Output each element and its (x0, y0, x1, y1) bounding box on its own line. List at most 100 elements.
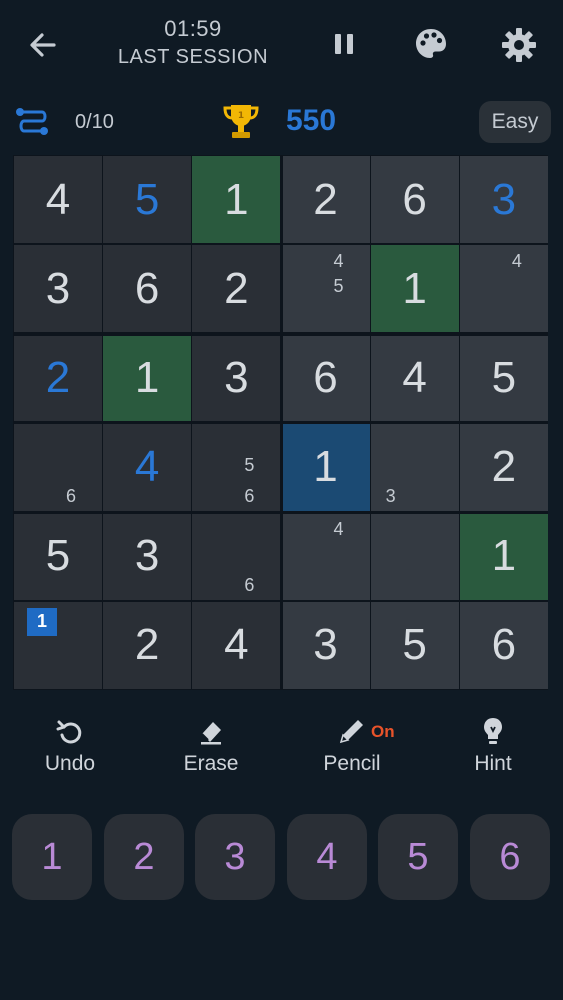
board-cell[interactable]: 6 (281, 334, 370, 422)
cell-value: 5 (45, 531, 71, 581)
board-cell[interactable]: 3 (459, 156, 548, 243)
board-cell[interactable] (370, 512, 459, 600)
board-cell[interactable]: 45 (281, 245, 370, 333)
board-cell[interactable]: 1 (459, 512, 548, 600)
back-button[interactable] (26, 28, 60, 62)
board-cell[interactable]: 1 (370, 245, 459, 333)
hint-label: Hint (474, 752, 512, 775)
board-cell[interactable]: 2 (103, 601, 192, 689)
cell-value: 3 (224, 352, 249, 402)
block-divider (280, 155, 283, 690)
cell-value: 1 (402, 263, 427, 313)
board-cell[interactable]: 3 (281, 601, 370, 689)
palette-button[interactable] (413, 26, 449, 62)
cell-value: 4 (224, 620, 249, 670)
cell-value: 2 (45, 352, 71, 402)
pencil-note: 5 (244, 454, 255, 475)
number-button-3[interactable]: 3 (195, 814, 275, 900)
board-cell[interactable]: 1 (192, 156, 281, 243)
cell-value: 6 (134, 263, 160, 313)
number-button-2[interactable]: 2 (104, 814, 184, 900)
board-cell[interactable]: 6 (103, 245, 192, 333)
pencil-note: 6 (244, 485, 255, 506)
cell-value: 5 (402, 620, 427, 670)
pencil-note: 6 (66, 485, 77, 506)
path-icon (12, 104, 52, 140)
cell-value: 2 (224, 263, 249, 313)
number-button-1[interactable]: 1 (12, 814, 92, 900)
undo-label: Undo (44, 752, 96, 775)
pencil-note: 3 (385, 485, 396, 506)
settings-button[interactable] (500, 26, 538, 64)
number-button-6[interactable]: 6 (470, 814, 550, 900)
cell-value: 1 (224, 174, 249, 224)
top-bar: 01:59 LAST SESSION (0, 0, 563, 90)
board-cell[interactable]: 6 (370, 156, 459, 243)
svg-text:1: 1 (238, 111, 244, 121)
board-cell[interactable]: 4 (103, 423, 192, 511)
number-button-5[interactable]: 5 (378, 814, 458, 900)
pause-icon (335, 34, 353, 54)
board-cell[interactable]: 6 (192, 512, 281, 600)
cell-value: 4 (45, 174, 71, 224)
cell-value: 1 (134, 352, 160, 402)
board-cell[interactable]: 4 (192, 601, 281, 689)
hint-button[interactable]: Hint (438, 714, 548, 776)
erase-label: Erase (183, 752, 239, 775)
board-cell[interactable]: 4 (281, 512, 370, 600)
board-cell[interactable]: 3 (103, 512, 192, 600)
pencil-note: 5 (333, 276, 344, 297)
cell-value: 2 (491, 442, 517, 491)
cell-value: 3 (313, 620, 338, 670)
board-cell[interactable]: 3 (192, 334, 281, 422)
cell-value: 1 (491, 531, 517, 581)
board-cell[interactable]: 5 (14, 512, 102, 600)
pencil-mode-status: On (371, 722, 395, 741)
board-cell[interactable]: 2 (281, 156, 370, 243)
cell-value: 2 (134, 620, 160, 670)
timer: 01:59 (164, 16, 222, 41)
cell-value: 3 (134, 531, 160, 581)
difficulty-badge[interactable]: Easy (479, 101, 551, 143)
pencil-note: 4 (511, 251, 522, 272)
undo-icon (56, 720, 82, 744)
score: 550 (286, 104, 337, 137)
cell-value: 6 (402, 174, 427, 224)
board-cell[interactable]: 6 (459, 601, 548, 689)
cell-value: 3 (491, 174, 517, 224)
session-label: LAST SESSION (117, 46, 269, 68)
board-cell[interactable]: 5 (370, 601, 459, 689)
erase-button[interactable]: Erase (156, 714, 266, 776)
undo-button[interactable]: Undo (15, 714, 125, 776)
gear-icon (502, 28, 536, 62)
board-cell[interactable]: 2 (192, 245, 281, 333)
eraser-icon (201, 722, 221, 745)
board-cell[interactable]: 1 (103, 334, 192, 422)
pause-button[interactable] (328, 28, 360, 60)
board-cell[interactable]: 5 (103, 156, 192, 243)
board-cell[interactable]: 5 (459, 334, 548, 422)
cell-value: 3 (45, 263, 71, 313)
pencil-note: 6 (244, 574, 255, 595)
board-cell[interactable]: 1 (281, 423, 370, 511)
cell-value: 2 (313, 174, 338, 224)
arrow-left-icon (30, 33, 56, 57)
board-cell[interactable]: 1 (14, 601, 102, 689)
board-cell[interactable]: 56 (192, 423, 281, 511)
cell-badge: 1 (27, 607, 57, 636)
board-cell[interactable]: 4 (14, 156, 102, 243)
cell-value: 4 (402, 352, 427, 402)
board-cell[interactable]: 2 (14, 334, 102, 422)
board-cell[interactable]: 4 (370, 334, 459, 422)
board-cell[interactable]: 6 (14, 423, 102, 511)
pencil-label: Pencil (323, 752, 381, 775)
timer-block: 01:59 LAST SESSION (113, 16, 273, 69)
board-cell[interactable]: 2 (459, 423, 548, 511)
puzzle-progress: 0/10 (75, 111, 114, 133)
board-cell[interactable]: 4 (459, 245, 548, 333)
board-cell[interactable]: 3 (14, 245, 102, 333)
number-button-4[interactable]: 4 (287, 814, 367, 900)
cell-value: 6 (313, 352, 338, 402)
cell-value: 5 (134, 174, 160, 224)
board-cell[interactable]: 3 (370, 423, 459, 511)
